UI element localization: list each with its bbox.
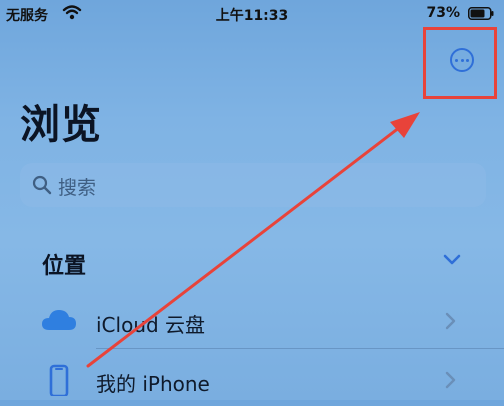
battery-percent: 73% (426, 5, 460, 21)
location-label: iCloud 云盘 (96, 313, 206, 337)
row-divider (96, 348, 504, 349)
chevron-down-icon[interactable] (443, 253, 461, 267)
chevron-right-icon (445, 312, 456, 330)
search-placeholder: 搜索 (58, 177, 97, 199)
chevron-right-icon (445, 371, 456, 389)
location-label: 我的 iPhone (96, 372, 210, 396)
search-icon (32, 175, 52, 195)
more-button[interactable] (423, 27, 497, 99)
battery-icon (468, 7, 494, 20)
status-bar: 无服务 上午11:33 73% (0, 0, 504, 28)
iphone-icon (49, 364, 69, 396)
icloud-icon (42, 310, 76, 330)
section-title-locations: 位置 (42, 254, 87, 279)
location-item-icloud[interactable]: iCloud 云盘 (40, 299, 480, 347)
page-title: 浏览 (20, 102, 102, 148)
search-input[interactable]: 搜索 (20, 163, 486, 207)
location-item-iphone[interactable]: 我的 iPhone (40, 358, 480, 406)
ellipsis-circle-icon (450, 48, 474, 72)
